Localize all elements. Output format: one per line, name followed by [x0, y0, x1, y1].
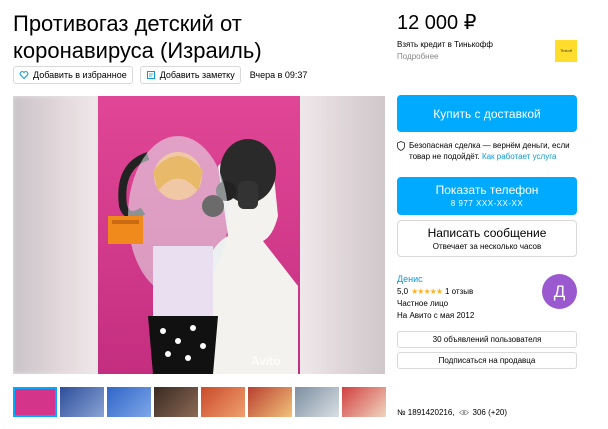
previous-photo-preview[interactable]	[13, 96, 98, 374]
thumbnail-8[interactable]	[342, 387, 386, 417]
thumbnail-3[interactable]	[107, 387, 151, 417]
avito-watermark: Avito	[251, 354, 281, 368]
next-photo-preview[interactable]	[300, 96, 385, 374]
reviews-link[interactable]: 1 отзыв	[445, 287, 473, 296]
heart-icon	[19, 71, 29, 80]
write-message-button[interactable]: Написать сообщение Отвечает за несколько…	[397, 220, 577, 257]
views-count: 306 (+20)	[472, 408, 507, 417]
photo-gallery[interactable]: Avito	[13, 96, 385, 374]
favorite-label: Добавить в избранное	[33, 70, 127, 80]
phone-number: 8 977 XXX-XX-XX	[450, 199, 524, 208]
item-stats: № 1891420216, 306 (+20)	[397, 408, 507, 417]
seller-type: Частное лицо	[397, 299, 449, 308]
star-rating-icon: ★★★★★	[411, 287, 443, 296]
user-ads-button[interactable]: 30 объявлений пользователя	[397, 331, 577, 348]
add-note-button[interactable]: Добавить заметку	[139, 66, 241, 84]
buy-with-delivery-button[interactable]: Купить с доставкой	[397, 95, 577, 132]
show-phone-label: Показать телефон	[435, 183, 539, 197]
listing-actions: Добавить в избранное Добавить заметку Вч…	[13, 66, 307, 84]
eye-icon	[458, 409, 469, 416]
thumbnail-2[interactable]	[60, 387, 104, 417]
note-label: Добавить заметку	[159, 70, 235, 80]
credit-offer[interactable]: Взять кредит в Тинькофф	[397, 40, 493, 49]
item-number: № 1891420216,	[397, 408, 455, 417]
thumbnail-strip	[13, 387, 386, 417]
seller-since: На Авито с мая 2012	[397, 311, 475, 320]
safe-deal-link[interactable]: Как работает услуга	[482, 152, 556, 161]
write-message-label: Написать сообщение	[427, 225, 547, 240]
note-icon	[146, 71, 155, 79]
thumbnail-4[interactable]	[154, 387, 198, 417]
thumbnail-6[interactable]	[248, 387, 292, 417]
listing-title: Противогаз детский от коронавируса (Изра…	[13, 11, 262, 63]
shield-icon	[397, 141, 405, 151]
listing-date: Вчера в 09:37	[249, 70, 308, 80]
price: 12 000 ₽	[397, 12, 477, 34]
add-to-favorites-button[interactable]: Добавить в избранное	[13, 66, 133, 84]
subscribe-seller-button[interactable]: Подписаться на продавца	[397, 352, 577, 369]
safe-deal-info: Безопасная сделка — вернём деньги, если …	[397, 140, 581, 162]
thumbnail-5[interactable]	[201, 387, 245, 417]
thumbnail-7[interactable]	[295, 387, 339, 417]
show-phone-button[interactable]: Показать телефон 8 977 XXX-XX-XX	[397, 177, 577, 215]
avatar[interactable]: Д	[542, 274, 577, 309]
thumbnail-1[interactable]	[13, 387, 57, 417]
response-time: Отвечает за несколько часов	[432, 241, 542, 251]
main-photo[interactable]	[98, 96, 300, 374]
photo-image	[98, 96, 300, 374]
tinkoff-logo: Tinkoff	[555, 40, 577, 62]
seller-rating: 5,0 ★★★★★ 1 отзыв	[397, 287, 473, 296]
credit-more-link[interactable]: Подробнее	[397, 52, 439, 61]
rating-value: 5,0	[397, 287, 409, 296]
seller-name-link[interactable]: Денис	[397, 274, 423, 284]
